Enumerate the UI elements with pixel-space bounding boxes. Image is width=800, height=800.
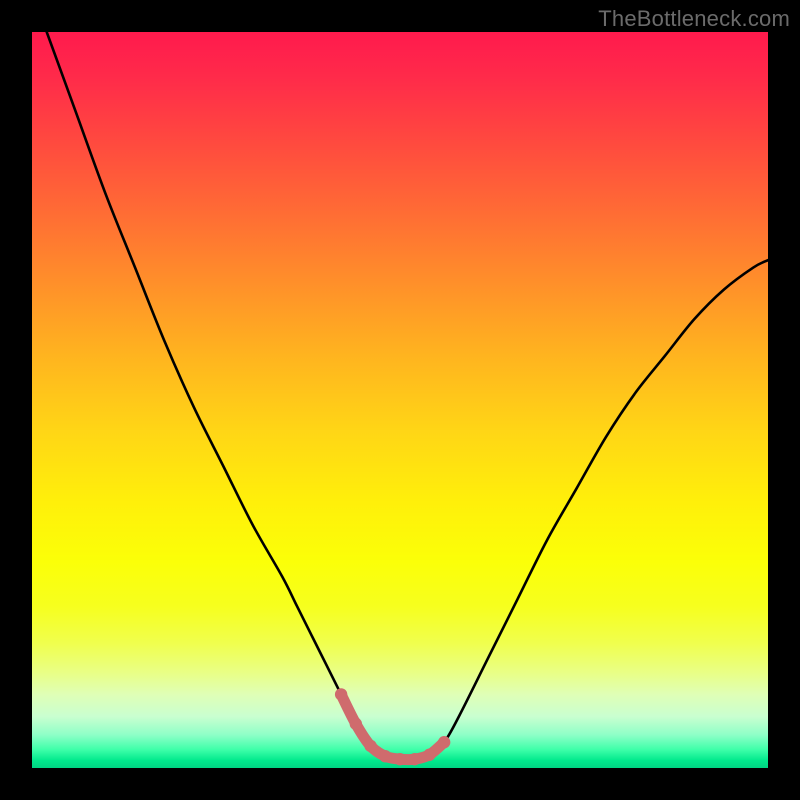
optimal-region-highlight bbox=[335, 688, 450, 765]
chart-frame: TheBottleneck.com bbox=[0, 0, 800, 800]
curve-layer bbox=[32, 32, 768, 768]
plot-area bbox=[32, 32, 768, 768]
bottleneck-curve bbox=[47, 32, 768, 760]
watermark-label: TheBottleneck.com bbox=[598, 6, 790, 32]
